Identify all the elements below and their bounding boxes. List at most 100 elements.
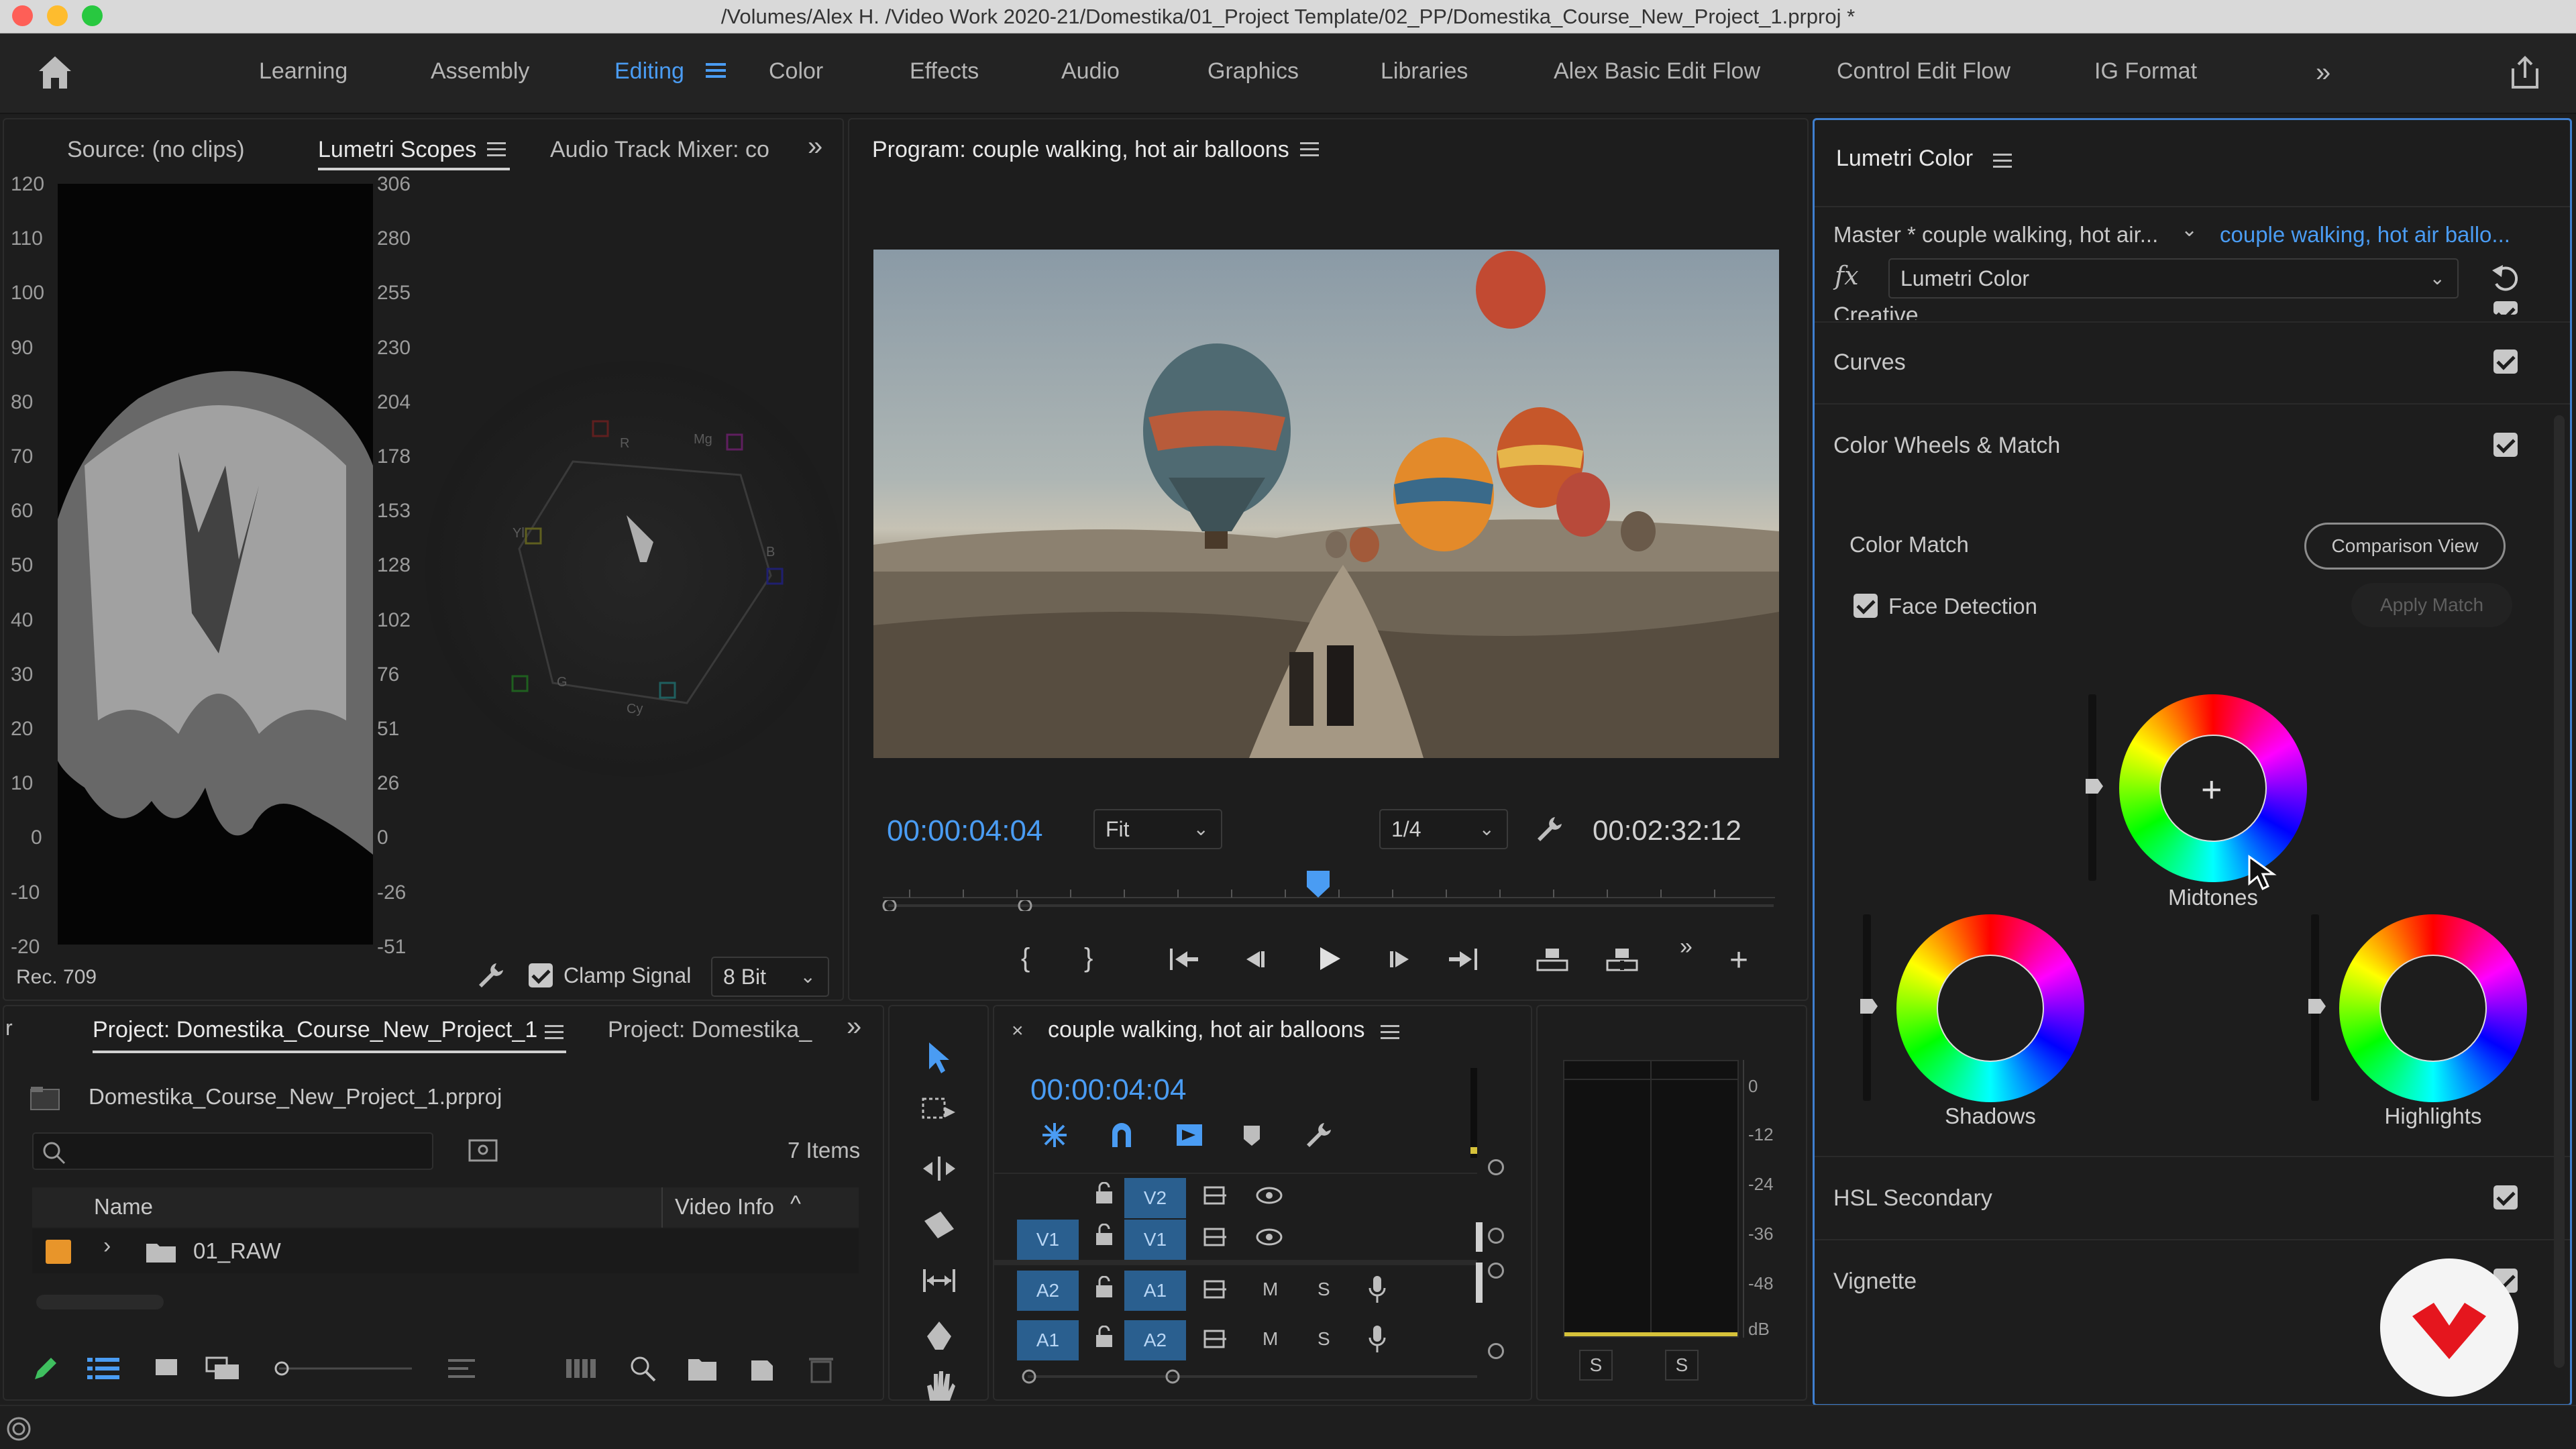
- pen-tool-icon[interactable]: [919, 1319, 959, 1359]
- mark-in-icon[interactable]: {: [1021, 943, 1030, 973]
- settings-wrench-icon[interactable]: [1535, 814, 1564, 844]
- lumetri-scrollbar[interactable]: [2554, 415, 2565, 1368]
- timeline-clip-area[interactable]: [1470, 1068, 1477, 1158]
- list-view-icon[interactable]: [87, 1356, 121, 1381]
- solo-button[interactable]: S: [1318, 1279, 1330, 1300]
- tab-audio-track-mixer[interactable]: Audio Track Mixer: co: [550, 119, 769, 180]
- effect-dropdown[interactable]: Lumetri Color ⌄: [1888, 258, 2459, 299]
- program-video-frame[interactable]: [873, 250, 1779, 758]
- panel-overflow-icon[interactable]: »: [847, 1012, 861, 1042]
- go-to-in-icon[interactable]: [1167, 945, 1201, 974]
- workspace-tab-editing[interactable]: Editing: [614, 34, 684, 109]
- share-icon[interactable]: [2506, 54, 2544, 91]
- razor-tool-icon[interactable]: [919, 1209, 959, 1249]
- microphone-icon[interactable]: [1367, 1275, 1387, 1304]
- shadows-wheel-center[interactable]: [1937, 955, 2044, 1062]
- highlights-wheel[interactable]: [2339, 914, 2527, 1102]
- add-button-icon[interactable]: +: [1729, 942, 1748, 979]
- face-detection-checkbox[interactable]: [1854, 594, 1878, 618]
- hand-tool-icon[interactable]: [919, 1368, 959, 1402]
- section-hsl-secondary-row[interactable]: HSL Secondary: [1833, 1157, 2531, 1239]
- automate-to-sequence-icon[interactable]: [565, 1356, 598, 1381]
- sync-lock-icon[interactable]: [1202, 1185, 1229, 1206]
- play-icon[interactable]: [1312, 942, 1346, 975]
- timeline-timecode[interactable]: 00:00:04:04: [1030, 1073, 1186, 1107]
- step-back-icon[interactable]: [1241, 945, 1271, 974]
- zoom-dropdown[interactable]: Fit ⌄: [1093, 809, 1222, 849]
- column-video-info[interactable]: Video Info: [675, 1194, 774, 1220]
- add-marker-options-icon[interactable]: [1173, 1120, 1206, 1150]
- mark-out-icon[interactable]: }: [1084, 943, 1093, 973]
- resolution-dropdown[interactable]: 1/4 ⌄: [1379, 809, 1508, 849]
- curves-enable-checkbox[interactable]: [2493, 350, 2518, 374]
- close-sequence-icon[interactable]: ×: [1012, 1020, 1024, 1042]
- meter-solo-right[interactable]: S: [1665, 1350, 1699, 1381]
- track-source-a1[interactable]: A1: [1017, 1320, 1079, 1360]
- vertical-zoom-handle[interactable]: [1488, 1159, 1504, 1175]
- workspace-tab-learning[interactable]: Learning: [259, 34, 347, 109]
- sequence-tab[interactable]: couple walking, hot air balloons: [1048, 1000, 1365, 1060]
- vertical-zoom-handle[interactable]: [1488, 1343, 1504, 1359]
- ripple-edit-tool-icon[interactable]: [919, 1152, 959, 1193]
- render-status-icon[interactable]: [5, 1415, 32, 1442]
- track-target-v2[interactable]: V2: [1124, 1178, 1186, 1218]
- chevron-down-icon[interactable]: ⌄: [2181, 218, 2198, 241]
- color-wheels-enable-checkbox[interactable]: [2493, 433, 2518, 457]
- lock-icon[interactable]: [1095, 1275, 1114, 1299]
- clamp-signal-checkbox[interactable]: [529, 963, 553, 987]
- microphone-icon[interactable]: [1367, 1324, 1387, 1354]
- section-color-wheels-row[interactable]: Color Wheels & Match: [1833, 405, 2531, 486]
- freeform-view-icon[interactable]: [205, 1356, 243, 1381]
- mute-button[interactable]: M: [1263, 1328, 1278, 1350]
- solo-button[interactable]: S: [1318, 1328, 1330, 1350]
- chevron-up-icon[interactable]: ^: [790, 1191, 801, 1218]
- timeline-settings-wrench-icon[interactable]: [1304, 1120, 1334, 1150]
- apply-match-button[interactable]: Apply Match: [2351, 583, 2512, 627]
- workspace-tab-control-edit-flow[interactable]: Control Edit Flow: [1837, 34, 2010, 109]
- workspace-tab-alex-basic-edit-flow[interactable]: Alex Basic Edit Flow: [1554, 34, 1760, 109]
- new-bin-icon[interactable]: [687, 1355, 718, 1382]
- workspace-tab-assembly[interactable]: Assembly: [431, 34, 529, 109]
- wrench-icon[interactable]: [476, 961, 506, 990]
- master-clip-label[interactable]: Master * couple walking, hot air...: [1833, 222, 2158, 248]
- new-search-bin-icon[interactable]: [467, 1135, 500, 1165]
- sort-icon[interactable]: [447, 1356, 480, 1381]
- workspace-tab-ig-format[interactable]: IG Format: [2094, 34, 2197, 109]
- midtones-slider-handle[interactable]: [2086, 779, 2103, 794]
- panel-menu-icon[interactable]: [1993, 152, 2012, 170]
- bit-depth-dropdown[interactable]: 8 Bit ⌄: [711, 957, 829, 997]
- panel-menu-icon[interactable]: [1300, 141, 1319, 158]
- snap-in-timeline-icon[interactable]: [1040, 1120, 1069, 1150]
- mute-button[interactable]: M: [1263, 1279, 1278, 1300]
- reset-icon[interactable]: [2489, 261, 2524, 296]
- vertical-zoom-handle[interactable]: [1488, 1263, 1504, 1279]
- workspace-tab-libraries[interactable]: Libraries: [1381, 34, 1468, 109]
- shadows-slider-handle[interactable]: [1860, 999, 1878, 1014]
- eye-icon[interactable]: [1254, 1183, 1284, 1208]
- project-search-input[interactable]: [32, 1132, 433, 1170]
- workspace-menu-icon[interactable]: [706, 60, 726, 80]
- zoom-slider[interactable]: [272, 1360, 412, 1377]
- lock-icon[interactable]: [1095, 1223, 1114, 1246]
- lock-icon[interactable]: [1095, 1325, 1114, 1348]
- tab-project-secondary[interactable]: Project: Domestika_: [608, 1000, 812, 1060]
- track-target-v1[interactable]: V1: [1124, 1220, 1186, 1260]
- panel-menu-icon[interactable]: [487, 141, 506, 158]
- lock-icon[interactable]: [1095, 1181, 1114, 1205]
- hidden-tab-edge[interactable]: r: [5, 1016, 13, 1040]
- trash-icon[interactable]: [808, 1354, 835, 1383]
- track-target-a1[interactable]: A1: [1124, 1271, 1186, 1311]
- midtones-wheel-center[interactable]: +: [2159, 735, 2267, 842]
- project-horizontal-scrollbar[interactable]: [36, 1295, 164, 1309]
- extract-icon[interactable]: [1603, 945, 1641, 974]
- sync-lock-icon[interactable]: [1202, 1328, 1229, 1350]
- find-icon[interactable]: [628, 1354, 657, 1383]
- track-source-a2[interactable]: A2: [1017, 1271, 1079, 1311]
- comparison-view-button[interactable]: Comparison View: [2304, 523, 2506, 570]
- track-source-v1[interactable]: V1: [1017, 1220, 1079, 1260]
- section-creative[interactable]: Creative: [1833, 303, 1919, 320]
- workspace-tab-graphics[interactable]: Graphics: [1208, 34, 1299, 109]
- panel-menu-icon[interactable]: [545, 1024, 564, 1041]
- lift-icon[interactable]: [1534, 945, 1571, 974]
- label-color-swatch[interactable]: [46, 1240, 71, 1264]
